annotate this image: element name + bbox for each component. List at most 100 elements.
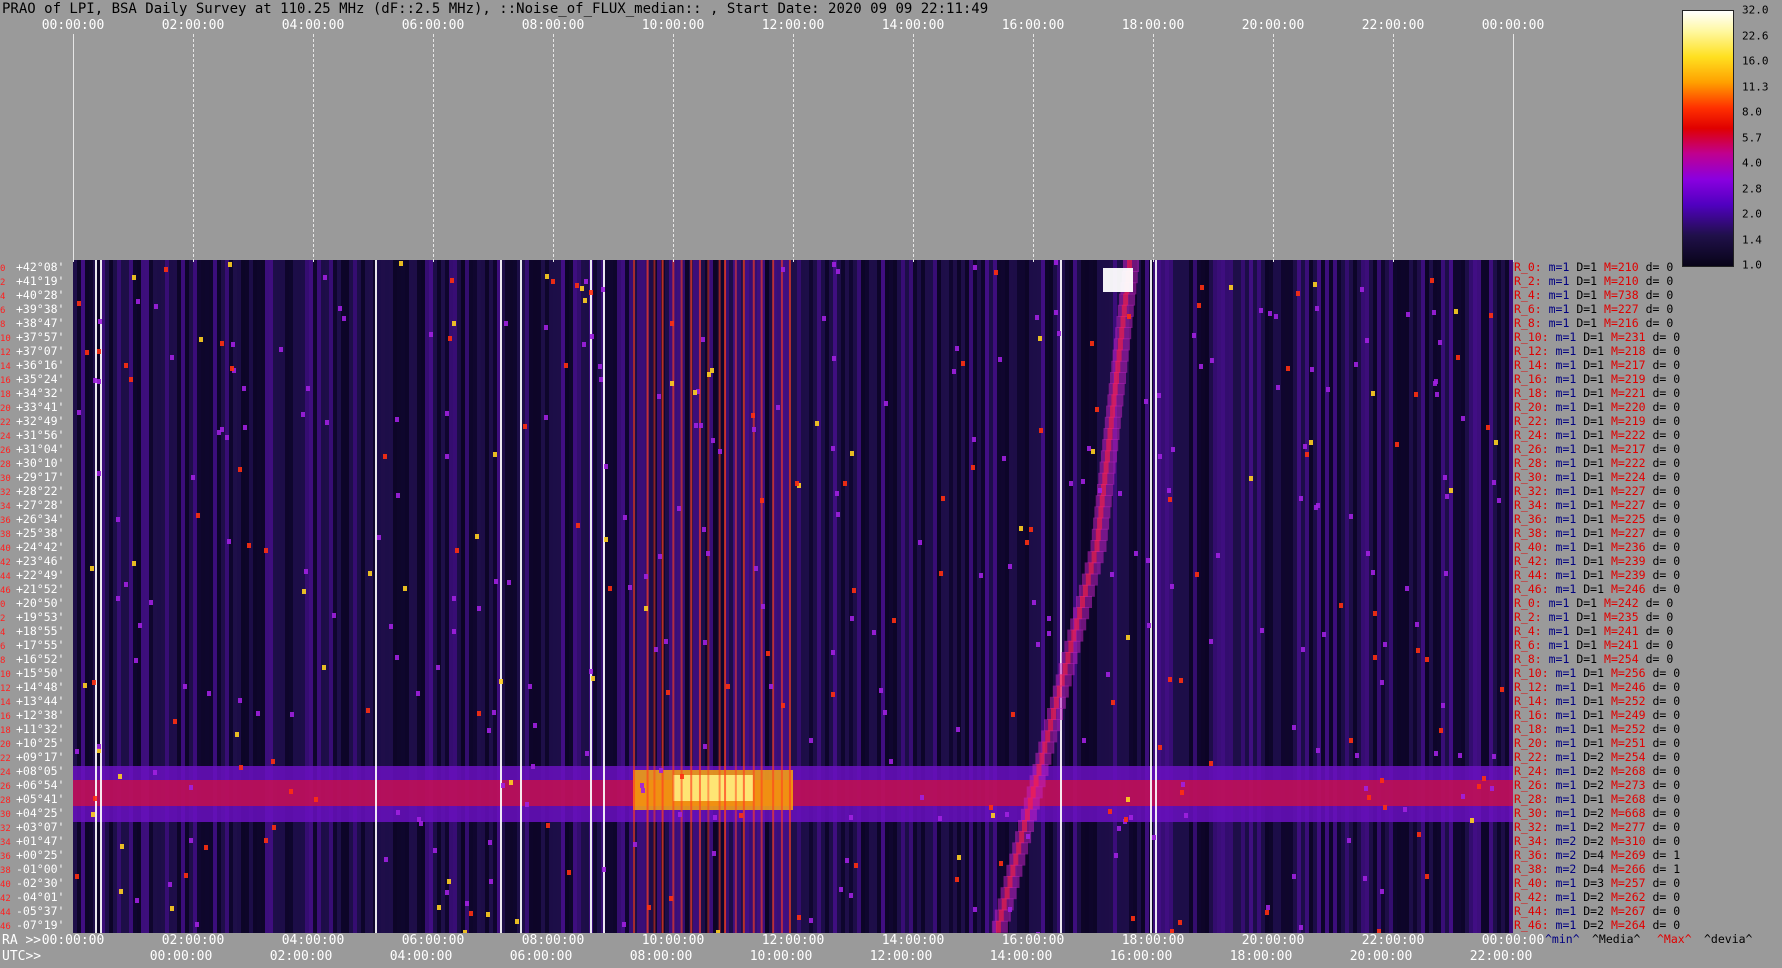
point-source: [979, 573, 983, 578]
rfi-stripe: [1155, 260, 1157, 933]
stat-median: D=1: [1583, 568, 1611, 582]
colorbar-tick-label: 5.7: [1742, 131, 1762, 144]
beam-name: R_46:: [1514, 582, 1556, 596]
point-source: [1110, 572, 1114, 577]
spectrum-column: [165, 260, 169, 933]
stat-min: m=1: [1548, 288, 1577, 302]
point-source: [654, 647, 658, 652]
point-source: [1106, 672, 1110, 677]
point-source: [75, 874, 79, 879]
beam-name: R_6:: [1514, 638, 1549, 652]
point-source: [622, 922, 626, 927]
point-source: [939, 571, 943, 576]
point-source: [836, 269, 840, 274]
declination-value: -07°19': [16, 918, 65, 932]
ra-tick-label: 04:00:00: [281, 933, 345, 948]
stat-median: D=1: [1576, 610, 1605, 624]
declination-row: 18 +34°32': [0, 386, 64, 400]
point-source: [437, 905, 441, 910]
point-source: [703, 744, 707, 749]
point-source: [1095, 407, 1099, 412]
spectrum-column: [337, 260, 341, 933]
stat-deviation: d= 0: [1652, 470, 1681, 484]
point-source: [1425, 874, 1429, 879]
spectrum-column: [993, 260, 997, 933]
beam-stat-row: R_26: m=1 D=1 M=217 d= 0: [1514, 442, 1680, 456]
spectrum-column: [605, 260, 609, 933]
point-source: [509, 780, 513, 785]
spectrum-column: [1333, 260, 1337, 933]
stat-max: M=254: [1604, 652, 1646, 666]
spectrum-column: [609, 260, 613, 933]
stat-median: D=1: [1583, 414, 1611, 428]
point-source: [1449, 488, 1453, 493]
beam-name: R_38:: [1514, 862, 1556, 876]
point-source: [93, 796, 97, 801]
point-source: [1434, 751, 1438, 756]
stat-deviation: d= 0: [1652, 498, 1681, 512]
spectrum-column: [1397, 260, 1401, 933]
stat-max: M=227: [1604, 302, 1646, 316]
point-source: [1035, 315, 1039, 320]
stat-median: D=2: [1583, 904, 1611, 918]
spectrum-column: [397, 260, 401, 933]
declination-value: +32°49': [16, 414, 65, 428]
stat-deviation: d= 0: [1645, 288, 1674, 302]
point-source: [843, 481, 847, 486]
transit-core: [1103, 461, 1109, 474]
declination-row: 40 -02°30': [0, 876, 64, 890]
stat-deviation: d= 0: [1652, 456, 1681, 470]
spectrum-column: [161, 260, 165, 933]
point-source: [872, 630, 876, 635]
transit-core: [1082, 584, 1088, 597]
point-source: [633, 842, 637, 847]
spectrum-column: [409, 260, 413, 933]
spectrum-column: [1041, 260, 1045, 933]
stat-min: m=2: [1555, 862, 1584, 876]
point-source: [173, 719, 177, 724]
beam-name: R_8:: [1514, 316, 1549, 330]
point-source: [1365, 338, 1369, 343]
point-source: [302, 589, 306, 594]
spectrum-column: [1469, 260, 1473, 933]
point-source: [664, 639, 668, 644]
point-source: [831, 650, 835, 655]
ra-tick-label: 08:00:00: [521, 933, 585, 948]
point-source: [1098, 488, 1102, 493]
spectrum-column: [905, 260, 909, 933]
burst-stripe: [718, 260, 721, 933]
spectrum-column: [901, 260, 905, 933]
point-source: [815, 421, 819, 426]
spectrum-column: [941, 260, 945, 933]
point-source: [1111, 700, 1115, 705]
declination-value: +00°25': [16, 848, 65, 862]
point-source: [1032, 600, 1036, 605]
spectrum-column: [1385, 260, 1389, 933]
transit-core: [1048, 719, 1054, 732]
stat-deviation: d= 0: [1652, 666, 1681, 680]
spectrum-column: [73, 260, 77, 933]
ra-tick-label: 00:00:00: [1481, 933, 1545, 948]
stat-max: M=221: [1610, 386, 1653, 400]
declination-value: +30°10': [16, 456, 65, 470]
stat-median: D=1: [1576, 302, 1605, 316]
beam-name: R_12:: [1514, 680, 1556, 694]
point-source: [711, 438, 715, 443]
point-source: [544, 325, 548, 330]
spectrum-column: [541, 260, 545, 933]
stat-median: D=1: [1583, 512, 1611, 526]
spectrum-column: [281, 260, 285, 933]
declination-row: 4 +18°55': [0, 624, 64, 638]
transit-core: [1108, 416, 1114, 429]
point-source: [469, 911, 473, 916]
point-source: [1492, 480, 1496, 485]
declination-value: +29°17': [16, 470, 65, 484]
point-source: [1274, 314, 1278, 319]
spectrum-column: [917, 260, 921, 933]
point-source: [120, 844, 124, 849]
transit-core: [1033, 775, 1039, 788]
spectrum-column: [613, 260, 617, 933]
transit-core: [1056, 685, 1062, 698]
spectrum-column: [437, 260, 441, 933]
stat-min: m=1: [1555, 526, 1584, 540]
